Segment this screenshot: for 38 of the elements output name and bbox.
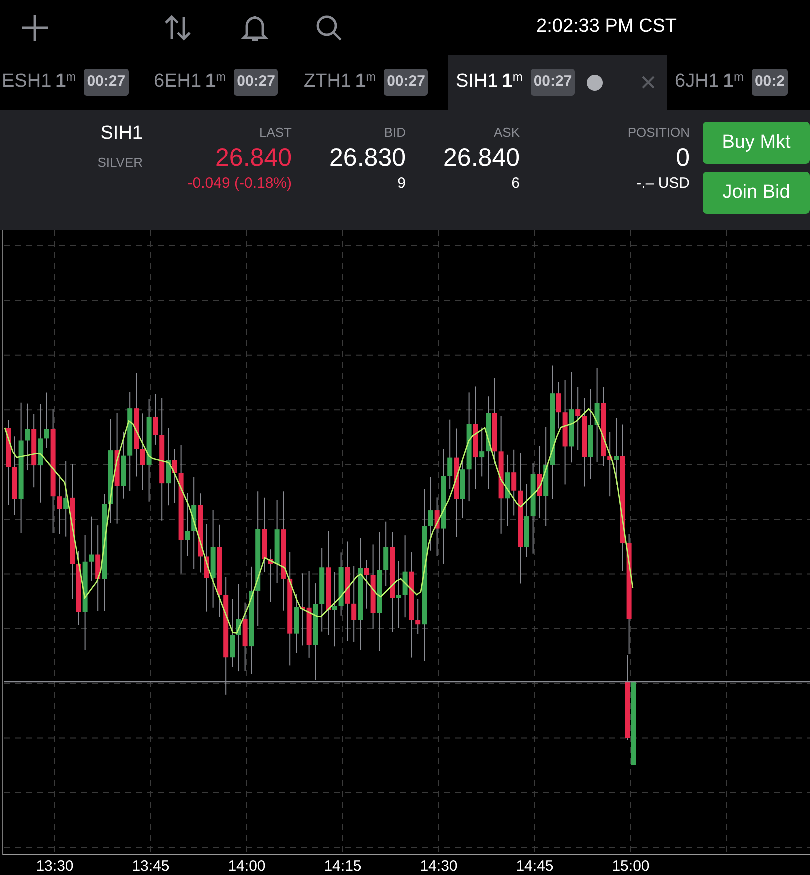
symbol-tab[interactable]: 6JH1 1$^{m}$ 00:2 [667,55,807,110]
up-down-arrows-icon[interactable] [163,12,193,42]
time-axis-label: 14:00 [228,858,266,875]
timer-badge: 00:27 [84,69,129,96]
timer-badge: 00:27 [234,69,278,96]
position-pnl: -.– USD [636,174,690,194]
timer-badge: 00:27 [530,69,576,96]
time-axis-label: 14:30 [420,858,458,875]
column-label: BID [384,124,406,142]
bid-size: 9 [398,174,406,194]
column-label: ASK [494,124,520,142]
instrument-name: SILVER [98,154,143,172]
symbol-tab[interactable]: SIH1 1$^{m}$ 00:27 [448,55,667,110]
ask-price: 26.840 [444,142,520,172]
trade-button[interactable]: Join Bid [703,172,810,214]
timer-badge: 00:2 [752,69,788,96]
trade-button[interactable]: Buy Mkt [703,122,810,164]
time-axis-label: 13:45 [132,858,170,875]
status-dot-icon [587,74,604,90]
symbol-name: SIH1 [100,122,143,146]
symbol-tab[interactable]: 6EH1 1$^{m}$ 00:27 [146,55,296,110]
time-axis-label: 15:00 [612,858,650,875]
close-icon[interactable] [642,76,655,89]
symbol-tab[interactable]: ESH1 1$^{m}$ 00:27 [0,55,146,110]
price-change: -0.049 (-0.18%) [188,174,292,194]
timer-badge: 00:27 [384,69,428,96]
column-label: LAST [259,124,292,142]
bid-price: 26.830 [330,142,406,172]
clock: 2:02:33 PM CST [536,15,677,40]
column-label: POSITION [628,124,690,142]
time-axis-label: 14:15 [324,858,362,875]
time-axis-label: 14:45 [516,858,554,875]
time-axis-label: 13:30 [36,858,74,875]
symbol-tab[interactable]: ZTH1 1$^{m}$ 00:27 [296,55,448,110]
last-price: 26.840 [216,142,292,172]
plus-icon[interactable] [20,12,50,42]
position-quantity: 0 [676,142,690,172]
ask-size: 6 [512,174,520,194]
